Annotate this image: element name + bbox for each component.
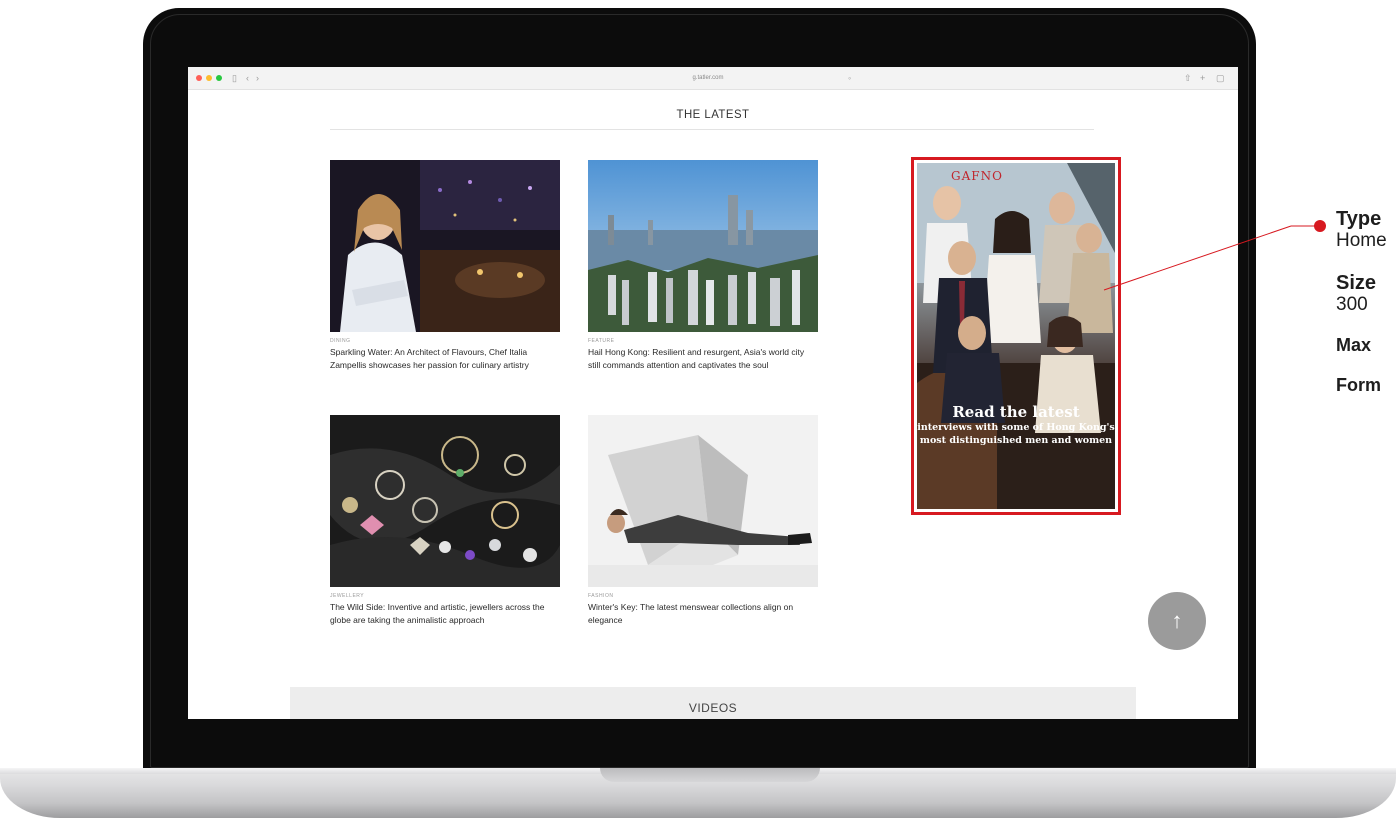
type-label: Type (1336, 208, 1382, 230)
size-label: Size (1336, 272, 1377, 294)
size-value: 300 (1336, 294, 1368, 315)
format-label: Form (1336, 375, 1381, 395)
max-label: Max (1336, 335, 1372, 355)
ad-spec-callout: Type Home Size 300 Max Form (1336, 208, 1396, 396)
callout-connector (1103, 220, 1326, 291)
type-value: Home (1336, 230, 1387, 251)
